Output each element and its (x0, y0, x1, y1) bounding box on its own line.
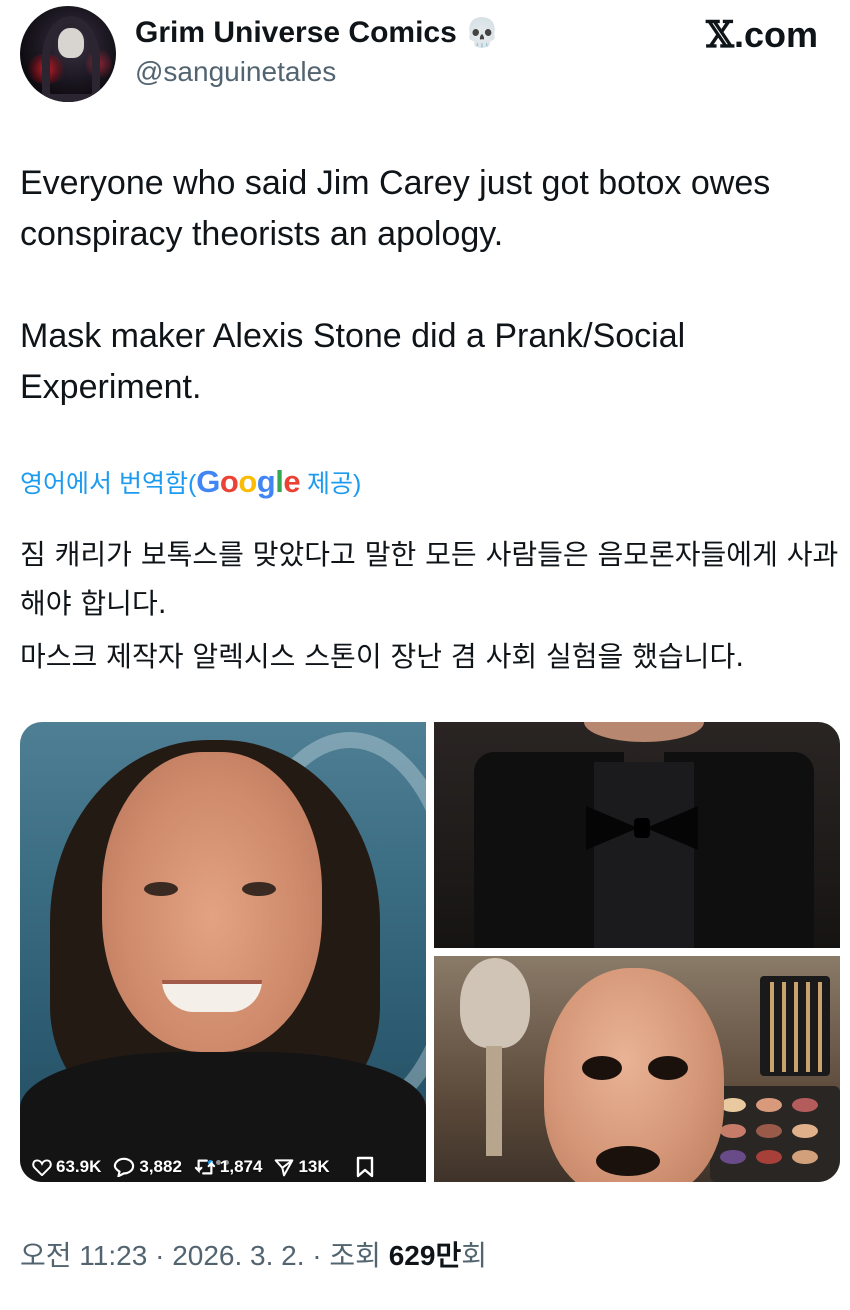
like-button[interactable]: 63.9K (32, 1157, 101, 1177)
reply-icon (114, 1157, 135, 1177)
tweet-date[interactable]: 2026. 3. 2. (172, 1240, 304, 1271)
views-count: 629만 (388, 1240, 462, 1271)
user-handle[interactable]: @sanguinetales (135, 56, 336, 88)
media-grid[interactable]: 63.9K 3,882 1,874 13K (20, 722, 840, 1182)
translated-text: 짐 캐리가 보톡스를 맞았다고 말한 모든 사람들은 음모론자들에게 사과해야 … (20, 530, 840, 681)
views-label: 조회 (329, 1240, 389, 1271)
translated-line-2: 마스크 제작자 알렉시스 스톤이 장난 겸 사회 실험을 했습니다. (20, 640, 745, 673)
tweet-body: Everyone who said Jim Carey just got bot… (20, 158, 835, 413)
display-name[interactable]: Grim Universe Comics 💀 (135, 16, 500, 50)
photo-mask[interactable] (434, 956, 840, 1182)
tweet-time[interactable]: 오전 11:23 (20, 1240, 147, 1271)
repost-button[interactable]: 1,874 (194, 1157, 263, 1177)
reply-count: 3,882 (139, 1157, 182, 1176)
like-count: 63.9K (56, 1157, 102, 1176)
x-logo-icon: 𝕏 (706, 14, 734, 56)
google-logo: Google (196, 464, 301, 499)
translation-prefix: 영어에서 번역함( (20, 470, 197, 498)
tweet-paragraph-1: Everyone who said Jim Carey just got bot… (20, 164, 771, 253)
repost-count: 1,874 (219, 1157, 263, 1176)
share-icon (275, 1159, 294, 1177)
skull-emoji: 💀 (464, 16, 500, 49)
bookmark-button[interactable] (356, 1156, 378, 1178)
engagement-bar: 63.9K 3,882 1,874 13K (32, 1148, 390, 1182)
tweet-footer: 오전 11:23 · 2026. 3. 2. · 조회 629만회 (20, 1240, 487, 1271)
bookmark-icon (356, 1156, 373, 1178)
repost-icon (194, 1159, 216, 1175)
translated-line-1: 짐 캐리가 보톡스를 맞았다고 말한 모든 사람들은 음모론자들에게 사과해야 … (20, 538, 839, 620)
site-label: .com (733, 14, 818, 55)
display-name-text[interactable]: Grim Universe Comics (135, 16, 457, 49)
x-com-logo: 𝕏.com (706, 14, 818, 56)
translation-suffix: 제공) (300, 470, 362, 498)
photo-bow-tie[interactable] (434, 722, 840, 948)
tweet-paragraph-2: Mask maker Alexis Stone did a Prank/Soci… (20, 317, 686, 406)
tweet-header: Grim Universe Comics 💀 @sanguinetales 𝕏.c… (0, 0, 850, 110)
photo-smiling-man[interactable] (20, 722, 426, 1182)
share-button[interactable]: 13K (274, 1157, 330, 1177)
avatar[interactable] (20, 6, 116, 102)
translated-by-google-link[interactable]: 영어에서 번역함(Google 제공) (20, 464, 361, 500)
share-count: 13K (298, 1157, 330, 1176)
reply-button[interactable]: 3,882 (113, 1157, 182, 1177)
heart-icon (32, 1159, 52, 1176)
